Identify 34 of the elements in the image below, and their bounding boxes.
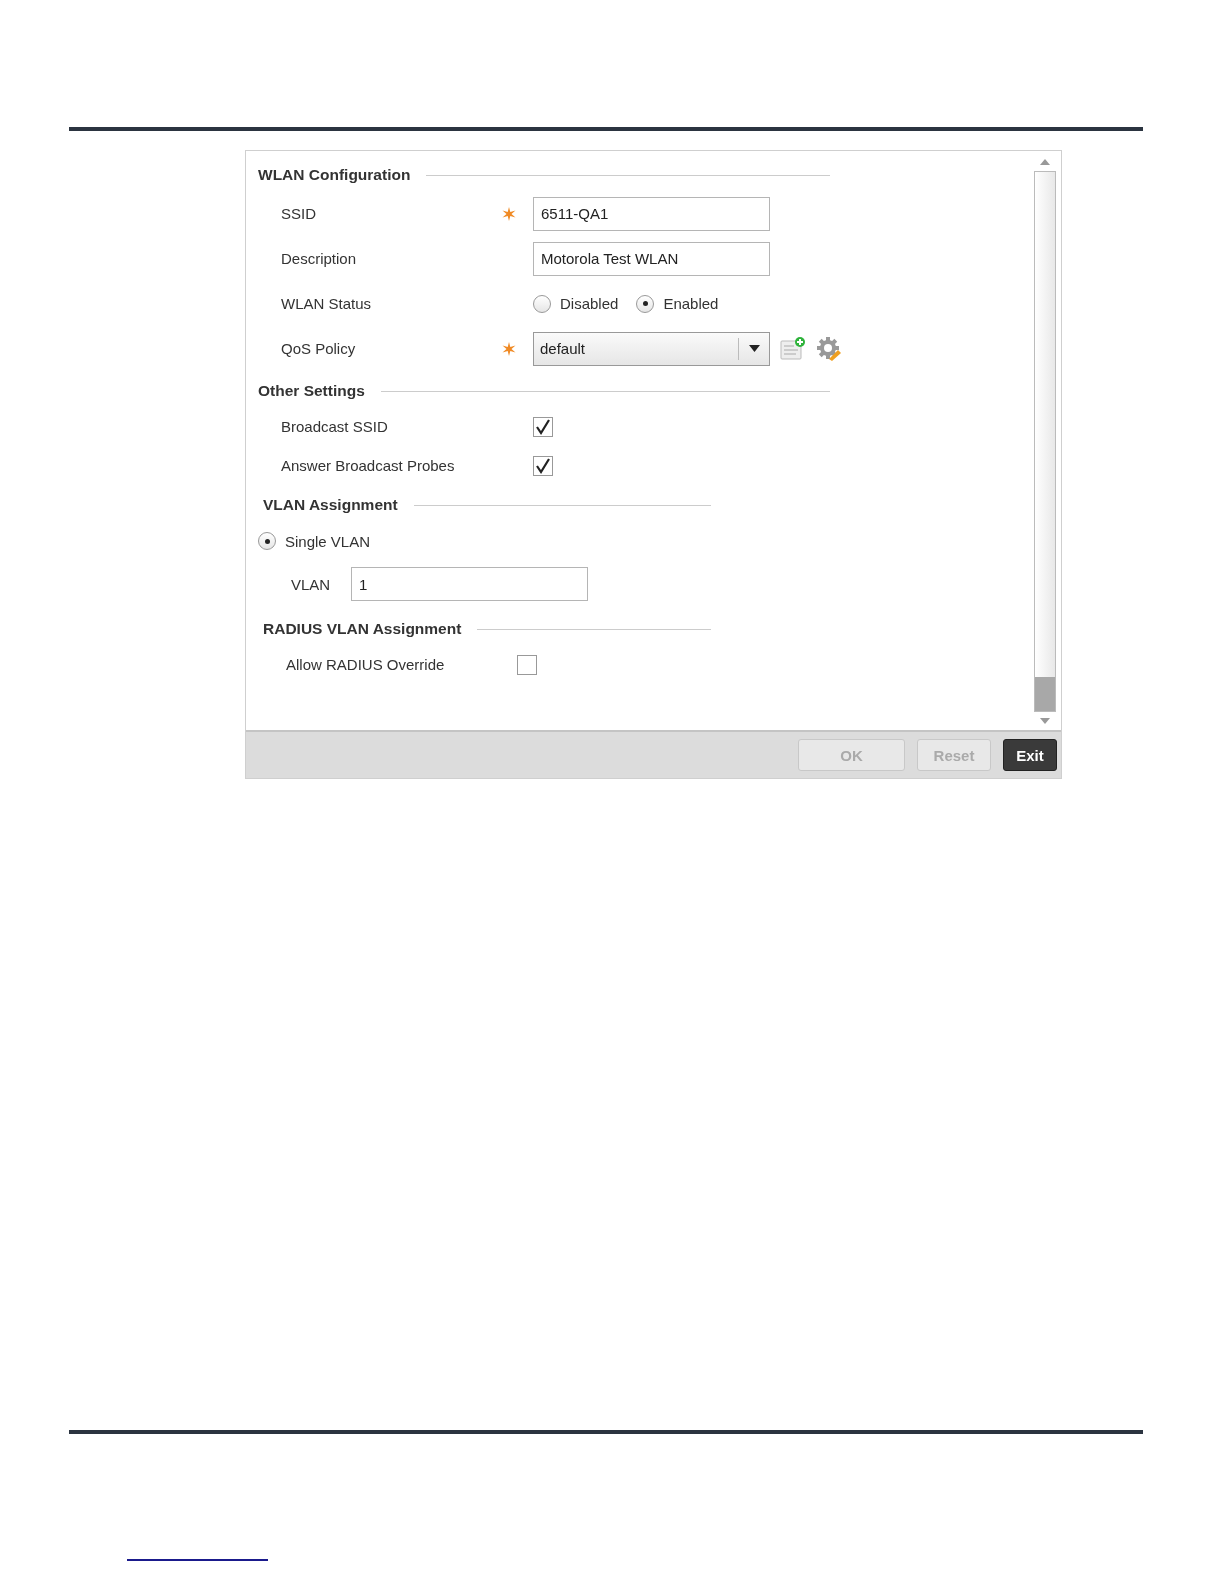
settings-icon[interactable] xyxy=(816,335,842,362)
dropdown[interactable]: default xyxy=(533,331,770,366)
checkbox[interactable] xyxy=(533,416,553,437)
radio-button[interactable] xyxy=(258,532,276,550)
checkbox-label: Allow RADIUS Override xyxy=(286,656,446,673)
checkbox-label: Broadcast SSID xyxy=(281,418,389,435)
section-title: WLAN Configuration xyxy=(258,166,411,184)
scroll-thumb[interactable] xyxy=(1035,677,1055,711)
scroll-up-icon[interactable] xyxy=(1040,159,1050,165)
field-label: Description xyxy=(281,250,358,267)
text-field[interactable]: 1 xyxy=(351,567,588,601)
radio-label: Disabled xyxy=(560,295,619,312)
checkmark-icon xyxy=(535,457,551,474)
checkmark-icon xyxy=(535,418,551,435)
radio-label: Enabled xyxy=(663,295,719,312)
field-label: QoS Policy xyxy=(281,340,357,357)
section-title: RADIUS VLAN Assignment xyxy=(263,620,462,638)
dialog-button[interactable]: Exit xyxy=(1003,739,1057,771)
section-title: Other Settings xyxy=(258,382,365,400)
caret-icon xyxy=(748,345,760,352)
text-field[interactable]: Motorola Test WLAN xyxy=(533,241,770,276)
scroll-down-icon[interactable] xyxy=(1040,718,1050,724)
radio-label: Single VLAN xyxy=(285,532,371,550)
field-label: WLAN Status xyxy=(281,295,373,312)
checkbox-label: Answer Broadcast Probes xyxy=(281,457,456,474)
text-field[interactable]: 6511-QA1 xyxy=(533,196,770,231)
field-label: VLAN xyxy=(291,575,332,593)
checkbox[interactable] xyxy=(533,455,553,476)
radio-button[interactable] xyxy=(533,294,551,313)
field-label: SSID xyxy=(281,205,317,222)
checkbox[interactable] xyxy=(517,654,537,675)
add-list-icon[interactable] xyxy=(780,336,806,361)
radio-button[interactable] xyxy=(636,294,655,313)
section-title: VLAN Assignment xyxy=(263,496,398,514)
